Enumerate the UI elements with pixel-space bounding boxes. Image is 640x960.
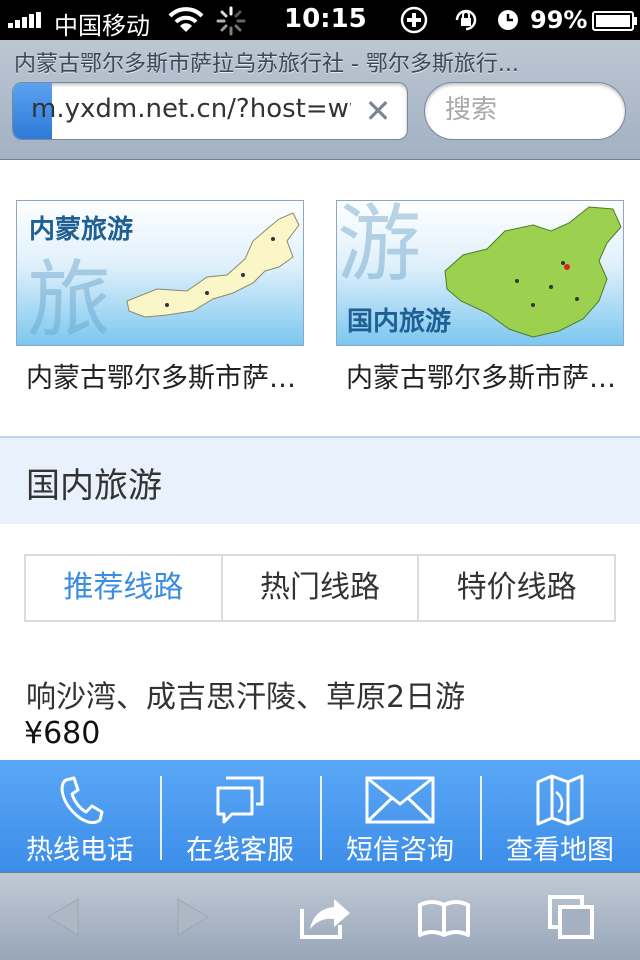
china-map-image[interactable]: 游 国内旅游 (336, 200, 624, 346)
page-title: 内蒙古鄂尔多斯市萨拉乌苏旅行社 - 鄂尔多斯旅行... (14, 52, 519, 77)
alarm-icon (498, 10, 518, 30)
tab-special-offer[interactable]: 特价线路 (419, 556, 614, 620)
contact-bar: 热线电话 在线客服 短信咨询 查看地图 (0, 760, 640, 872)
envelope-icon (365, 776, 435, 824)
route-tabs: 推荐线路 热门线路 特价线路 (24, 554, 616, 622)
inner-mongolia-map-image[interactable]: 旅 内蒙旅游 (16, 200, 304, 346)
loading-spinner-icon (216, 6, 246, 36)
battery-charging-icon (592, 11, 637, 31)
browser-toolbar (0, 872, 640, 960)
carrier-name: 中国移动 (54, 12, 150, 40)
online-service-button[interactable]: 在线客服 (160, 760, 320, 872)
page-content[interactable]: 旅 内蒙旅游 内蒙古鄂尔多斯市萨拉乌苏旅行社 游 国内旅游 内蒙古鄂尔多斯市萨拉… (0, 160, 640, 760)
chat-icon (216, 776, 264, 824)
featured-caption[interactable]: 内蒙古鄂尔多斯市萨拉乌苏旅行社 (336, 356, 624, 395)
hotline-label: 热线电话 (26, 835, 134, 866)
featured-item-domestic[interactable]: 游 国内旅游 内蒙古鄂尔多斯市萨拉乌苏旅行社 (336, 200, 624, 395)
sms-button[interactable]: 短信咨询 (320, 760, 480, 872)
bookmarks-icon[interactable] (414, 891, 474, 943)
map-icon (536, 774, 584, 826)
route-price: ¥680 (24, 716, 101, 751)
map-label: 查看地图 (506, 835, 614, 866)
forward-arrow-icon[interactable] (162, 891, 222, 943)
featured-caption[interactable]: 内蒙古鄂尔多斯市萨拉乌苏旅行社 (16, 356, 304, 395)
search-field[interactable] (424, 82, 626, 140)
section-title: 国内旅游 (26, 466, 162, 506)
url-text[interactable]: m.yxdm.net.cn/?host=www (31, 94, 351, 124)
section-header: 国内旅游 (0, 436, 640, 524)
share-icon[interactable] (294, 891, 354, 943)
rotation-lock-icon (455, 9, 477, 31)
close-icon[interactable]: ✕ (363, 95, 393, 127)
tab-recommended[interactable]: 推荐线路 (26, 556, 223, 620)
address-bar[interactable]: m.yxdm.net.cn/?host=www ✕ (12, 82, 408, 140)
status-bar: 中国移动 10:15 99% (0, 0, 640, 40)
map-button[interactable]: 查看地图 (480, 760, 640, 872)
image-label: 内蒙旅游 (29, 215, 134, 245)
browser-chrome: 内蒙古鄂尔多斯市萨拉乌苏旅行社 - 鄂尔多斯旅行... m.yxdm.net.c… (0, 40, 640, 160)
tabs-icon[interactable] (542, 891, 602, 943)
image-watermark-glyph: 游 (337, 201, 421, 293)
featured-item-inner-mongolia[interactable]: 旅 内蒙旅游 内蒙古鄂尔多斯市萨拉乌苏旅行社 (16, 200, 304, 395)
image-label: 国内旅游 (347, 307, 452, 337)
online-service-label: 在线客服 (186, 835, 294, 866)
wifi-icon (168, 7, 204, 32)
hotline-button[interactable]: 热线电话 (0, 760, 160, 872)
sms-label: 短信咨询 (346, 835, 454, 866)
clock: 10:15 (284, 4, 367, 34)
signal-icon (8, 12, 48, 28)
phone-icon (60, 776, 104, 825)
tab-popular[interactable]: 热门线路 (223, 556, 420, 620)
route-title[interactable]: 响沙湾、成吉思汗陵、草原2日游 (26, 672, 465, 716)
image-watermark-glyph: 旅 (27, 251, 111, 346)
search-input[interactable] (445, 95, 605, 125)
battery-percent: 99% (530, 6, 588, 34)
back-arrow-icon[interactable] (34, 891, 94, 943)
plus-circle-icon (400, 6, 428, 34)
